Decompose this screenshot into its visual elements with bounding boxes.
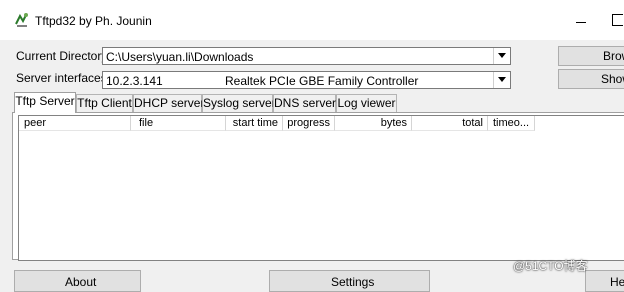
tab-tftp-server[interactable]: Tftp Server <box>14 92 76 113</box>
server-ip: 10.2.3.141 <box>106 74 163 88</box>
chevron-down-icon[interactable] <box>493 48 510 64</box>
column-header-bytes[interactable]: bytes <box>335 116 412 131</box>
tab-tftp-client[interactable]: Tftp Client <box>76 94 133 112</box>
column-header-file[interactable]: file <box>131 116 226 131</box>
help-button-label: He <box>610 275 624 289</box>
about-button[interactable]: About <box>14 270 141 292</box>
transfers-list[interactable]: peer file start time progress bytes tota… <box>18 115 624 261</box>
browse-button[interactable]: Brow <box>558 46 624 66</box>
tab-dns-server[interactable]: DNS server <box>273 94 336 112</box>
current-directory-label: Current Directory <box>16 49 108 63</box>
tab-log-viewer[interactable]: Log viewer <box>336 94 397 112</box>
about-button-label: About <box>65 275 97 289</box>
column-header-start-time[interactable]: start time <box>226 116 283 131</box>
tftp-server-panel: peer file start time progress bytes tota… <box>12 112 624 261</box>
column-header-progress[interactable]: progress <box>283 116 335 131</box>
tab-dhcp-server[interactable]: DHCP server <box>133 94 204 112</box>
chevron-down-icon[interactable] <box>493 72 510 88</box>
show-dir-button-label: Show <box>601 72 624 86</box>
tab-syslog-server[interactable]: Syslog server <box>202 94 276 112</box>
server-interfaces-label: Server interfaces <box>16 71 107 85</box>
column-header-peer[interactable]: peer <box>19 116 131 131</box>
current-directory-combo[interactable]: C:\Users\yuan.li\Downloads <box>102 47 511 65</box>
browse-button-label: Brow <box>603 49 624 63</box>
minimize-icon[interactable] <box>573 10 589 30</box>
server-adapter: Realtek PCIe GBE Family Controller <box>225 74 419 88</box>
column-header-total[interactable]: total <box>412 116 488 131</box>
site-watermark: @51CTO博客 <box>513 259 588 273</box>
settings-button-label: Settings <box>331 275 375 289</box>
help-button[interactable]: He <box>585 270 624 292</box>
column-header-timeout[interactable]: timeo... <box>488 116 535 131</box>
show-dir-button[interactable]: Show <box>558 69 624 89</box>
maximize-icon[interactable] <box>612 14 623 26</box>
current-directory-value: C:\Users\yuan.li\Downloads <box>106 50 254 64</box>
settings-button[interactable]: Settings <box>269 270 430 292</box>
tftpd-app-icon <box>15 13 28 27</box>
window-title: Tftpd32 by Ph. Jounin <box>35 14 152 28</box>
title-bar: Tftpd32 by Ph. Jounin <box>0 0 624 40</box>
server-interfaces-combo[interactable]: 10.2.3.141 Realtek PCIe GBE Family Contr… <box>102 71 511 89</box>
